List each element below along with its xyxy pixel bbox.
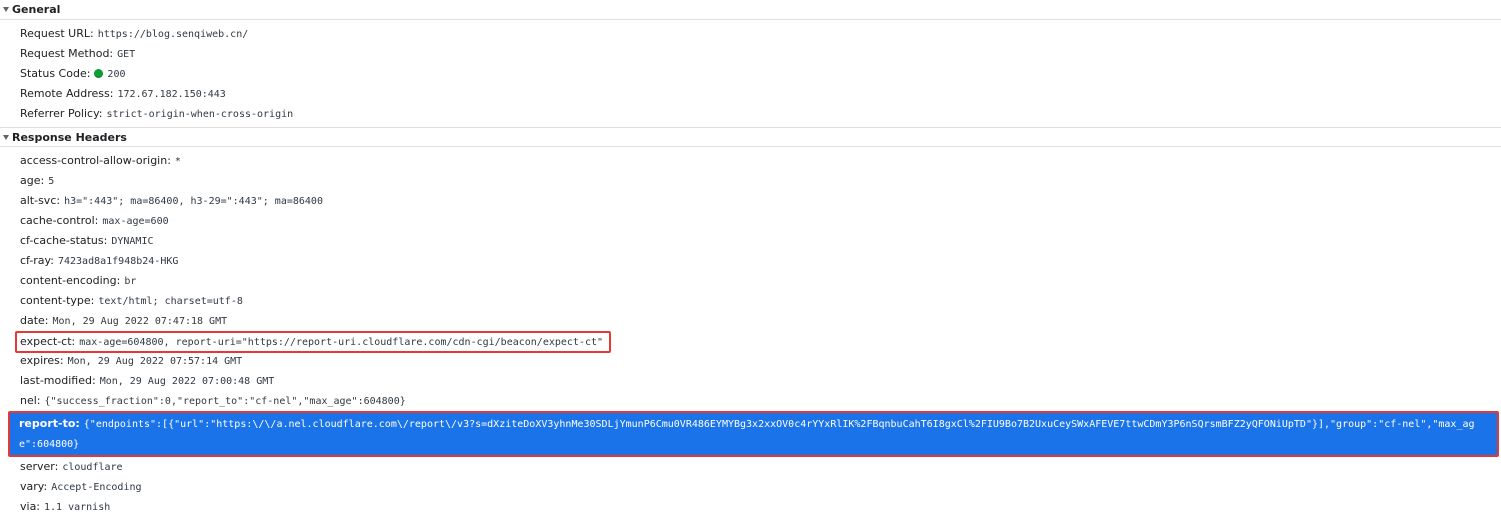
header-value: cloudflare [62, 462, 123, 473]
general-section-rows: Request URL: https://blog.senqiweb.cn/ Re… [0, 20, 1501, 127]
general-row-referrer-policy: Referrer Policy: strict-origin-when-cross… [0, 104, 1501, 124]
header-value: 7423ad8a1f948b24-HKG [57, 256, 179, 267]
header-row-expires: expires: Mon, 29 Aug 2022 07:57:14 GMT [0, 351, 1501, 371]
header-row-cf-cache-status: cf-cache-status: DYNAMIC [0, 231, 1501, 251]
header-name: Referrer Policy: [20, 107, 103, 120]
header-row-vary: vary: Accept-Encoding [0, 477, 1501, 497]
collapse-triangle-icon[interactable] [3, 7, 9, 12]
header-name: expires: [20, 354, 64, 367]
header-name: via: [20, 500, 41, 513]
header-value: 1.1 varnish [44, 502, 111, 513]
general-row-request-method: Request Method: GET [0, 44, 1501, 64]
response-headers-section-header[interactable]: Response Headers [0, 127, 1501, 147]
header-value: https://blog.senqiweb.cn/ [97, 29, 249, 40]
header-name: vary: [20, 480, 48, 493]
general-section-header[interactable]: General [0, 0, 1501, 20]
header-row-server: server: cloudflare [0, 457, 1501, 477]
header-value: 5 [48, 176, 55, 187]
header-name: content-type: [20, 294, 95, 307]
header-name: content-encoding: [20, 274, 121, 287]
header-value: {"success_fraction":0,"report_to":"cf-ne… [44, 396, 406, 407]
status-ok-icon [94, 69, 104, 78]
header-value: Mon, 29 Aug 2022 07:57:14 GMT [67, 356, 243, 367]
header-row-expect-ct: expect-ct: max-age=604800, report-uri="ht… [0, 331, 1501, 353]
header-name: date: [20, 314, 49, 327]
general-section-title: General [12, 3, 61, 16]
header-value: * [174, 156, 181, 167]
header-row-content-encoding: content-encoding: br [0, 271, 1501, 291]
header-name: cf-cache-status: [20, 234, 108, 247]
header-name: cf-ray: [20, 254, 54, 267]
header-name: Remote Address: [20, 87, 114, 100]
header-name: Status Code: [20, 67, 91, 80]
header-value: Mon, 29 Aug 2022 07:00:48 GMT [99, 376, 275, 387]
header-value: strict-origin-when-cross-origin [106, 109, 294, 120]
header-name: expect-ct: [20, 335, 76, 348]
header-row-content-type: content-type: text/html; charset=utf-8 [0, 291, 1501, 311]
general-row-status-code: Status Code: 200 [0, 64, 1501, 84]
header-row-cache-control: cache-control: max-age=600 [0, 211, 1501, 231]
header-name: report-to: [19, 417, 80, 430]
header-row-last-modified: last-modified: Mon, 29 Aug 2022 07:00:48 … [0, 371, 1501, 391]
header-value: Mon, 29 Aug 2022 07:47:18 GMT [52, 316, 228, 327]
header-name: Request URL: [20, 27, 94, 40]
header-row-date: date: Mon, 29 Aug 2022 07:47:18 GMT [0, 311, 1501, 331]
header-row-nel: nel: {"success_fraction":0,"report_to":"c… [0, 391, 1501, 411]
general-row-request-url: Request URL: https://blog.senqiweb.cn/ [0, 24, 1501, 44]
header-name: alt-svc: [20, 194, 61, 207]
header-name: last-modified: [20, 374, 96, 387]
header-value: GET [117, 49, 136, 60]
header-value: DYNAMIC [111, 236, 154, 247]
header-row-alt-svc: alt-svc: h3=":443"; ma=86400, h3-29=":443… [0, 191, 1501, 211]
header-name: cache-control: [20, 214, 99, 227]
header-value: text/html; charset=utf-8 [98, 296, 243, 307]
header-row-via: via: 1.1 varnish [0, 497, 1501, 517]
header-row-age: age: 5 [0, 171, 1501, 191]
response-headers-rows: access-control-allow-origin: * age: 5 alt-… [0, 147, 1501, 520]
header-row-report-to-selected[interactable]: report-to: {"endpoints":[{"url":"https:\/… [8, 411, 1499, 457]
header-value: max-age=600 [102, 216, 169, 227]
general-row-remote-address: Remote Address: 172.67.182.150:443 [0, 84, 1501, 104]
collapse-triangle-icon[interactable] [3, 134, 9, 140]
response-headers-section-title: Response Headers [12, 130, 127, 144]
headers-panel: General Request URL: https://blog.senqiwe… [0, 0, 1501, 520]
header-value[interactable]: {"endpoints":[{"url":"https:\/\/a.nel.cl… [19, 419, 1475, 450]
header-value: br [124, 276, 137, 287]
header-name: server: [20, 460, 59, 473]
header-value: h3=":443"; ma=86400, h3-29=":443"; ma=86… [64, 196, 323, 207]
header-name: age: [20, 174, 45, 187]
header-name: access-control-allow-origin: [20, 154, 171, 167]
header-name: nel: [20, 394, 41, 407]
header-value: max-age=604800, report-uri="https://repo… [79, 337, 604, 348]
header-name: Request Method: [20, 47, 114, 60]
header-value: 200 [107, 69, 126, 80]
header-row-access-control-allow-origin: access-control-allow-origin: * [0, 151, 1501, 171]
highlight-outline: expect-ct: max-age=604800, report-uri="ht… [15, 331, 612, 353]
header-value: Accept-Encoding [51, 482, 142, 493]
header-row-cf-ray: cf-ray: 7423ad8a1f948b24-HKG [0, 251, 1501, 271]
header-value: 172.67.182.150:443 [117, 89, 226, 100]
